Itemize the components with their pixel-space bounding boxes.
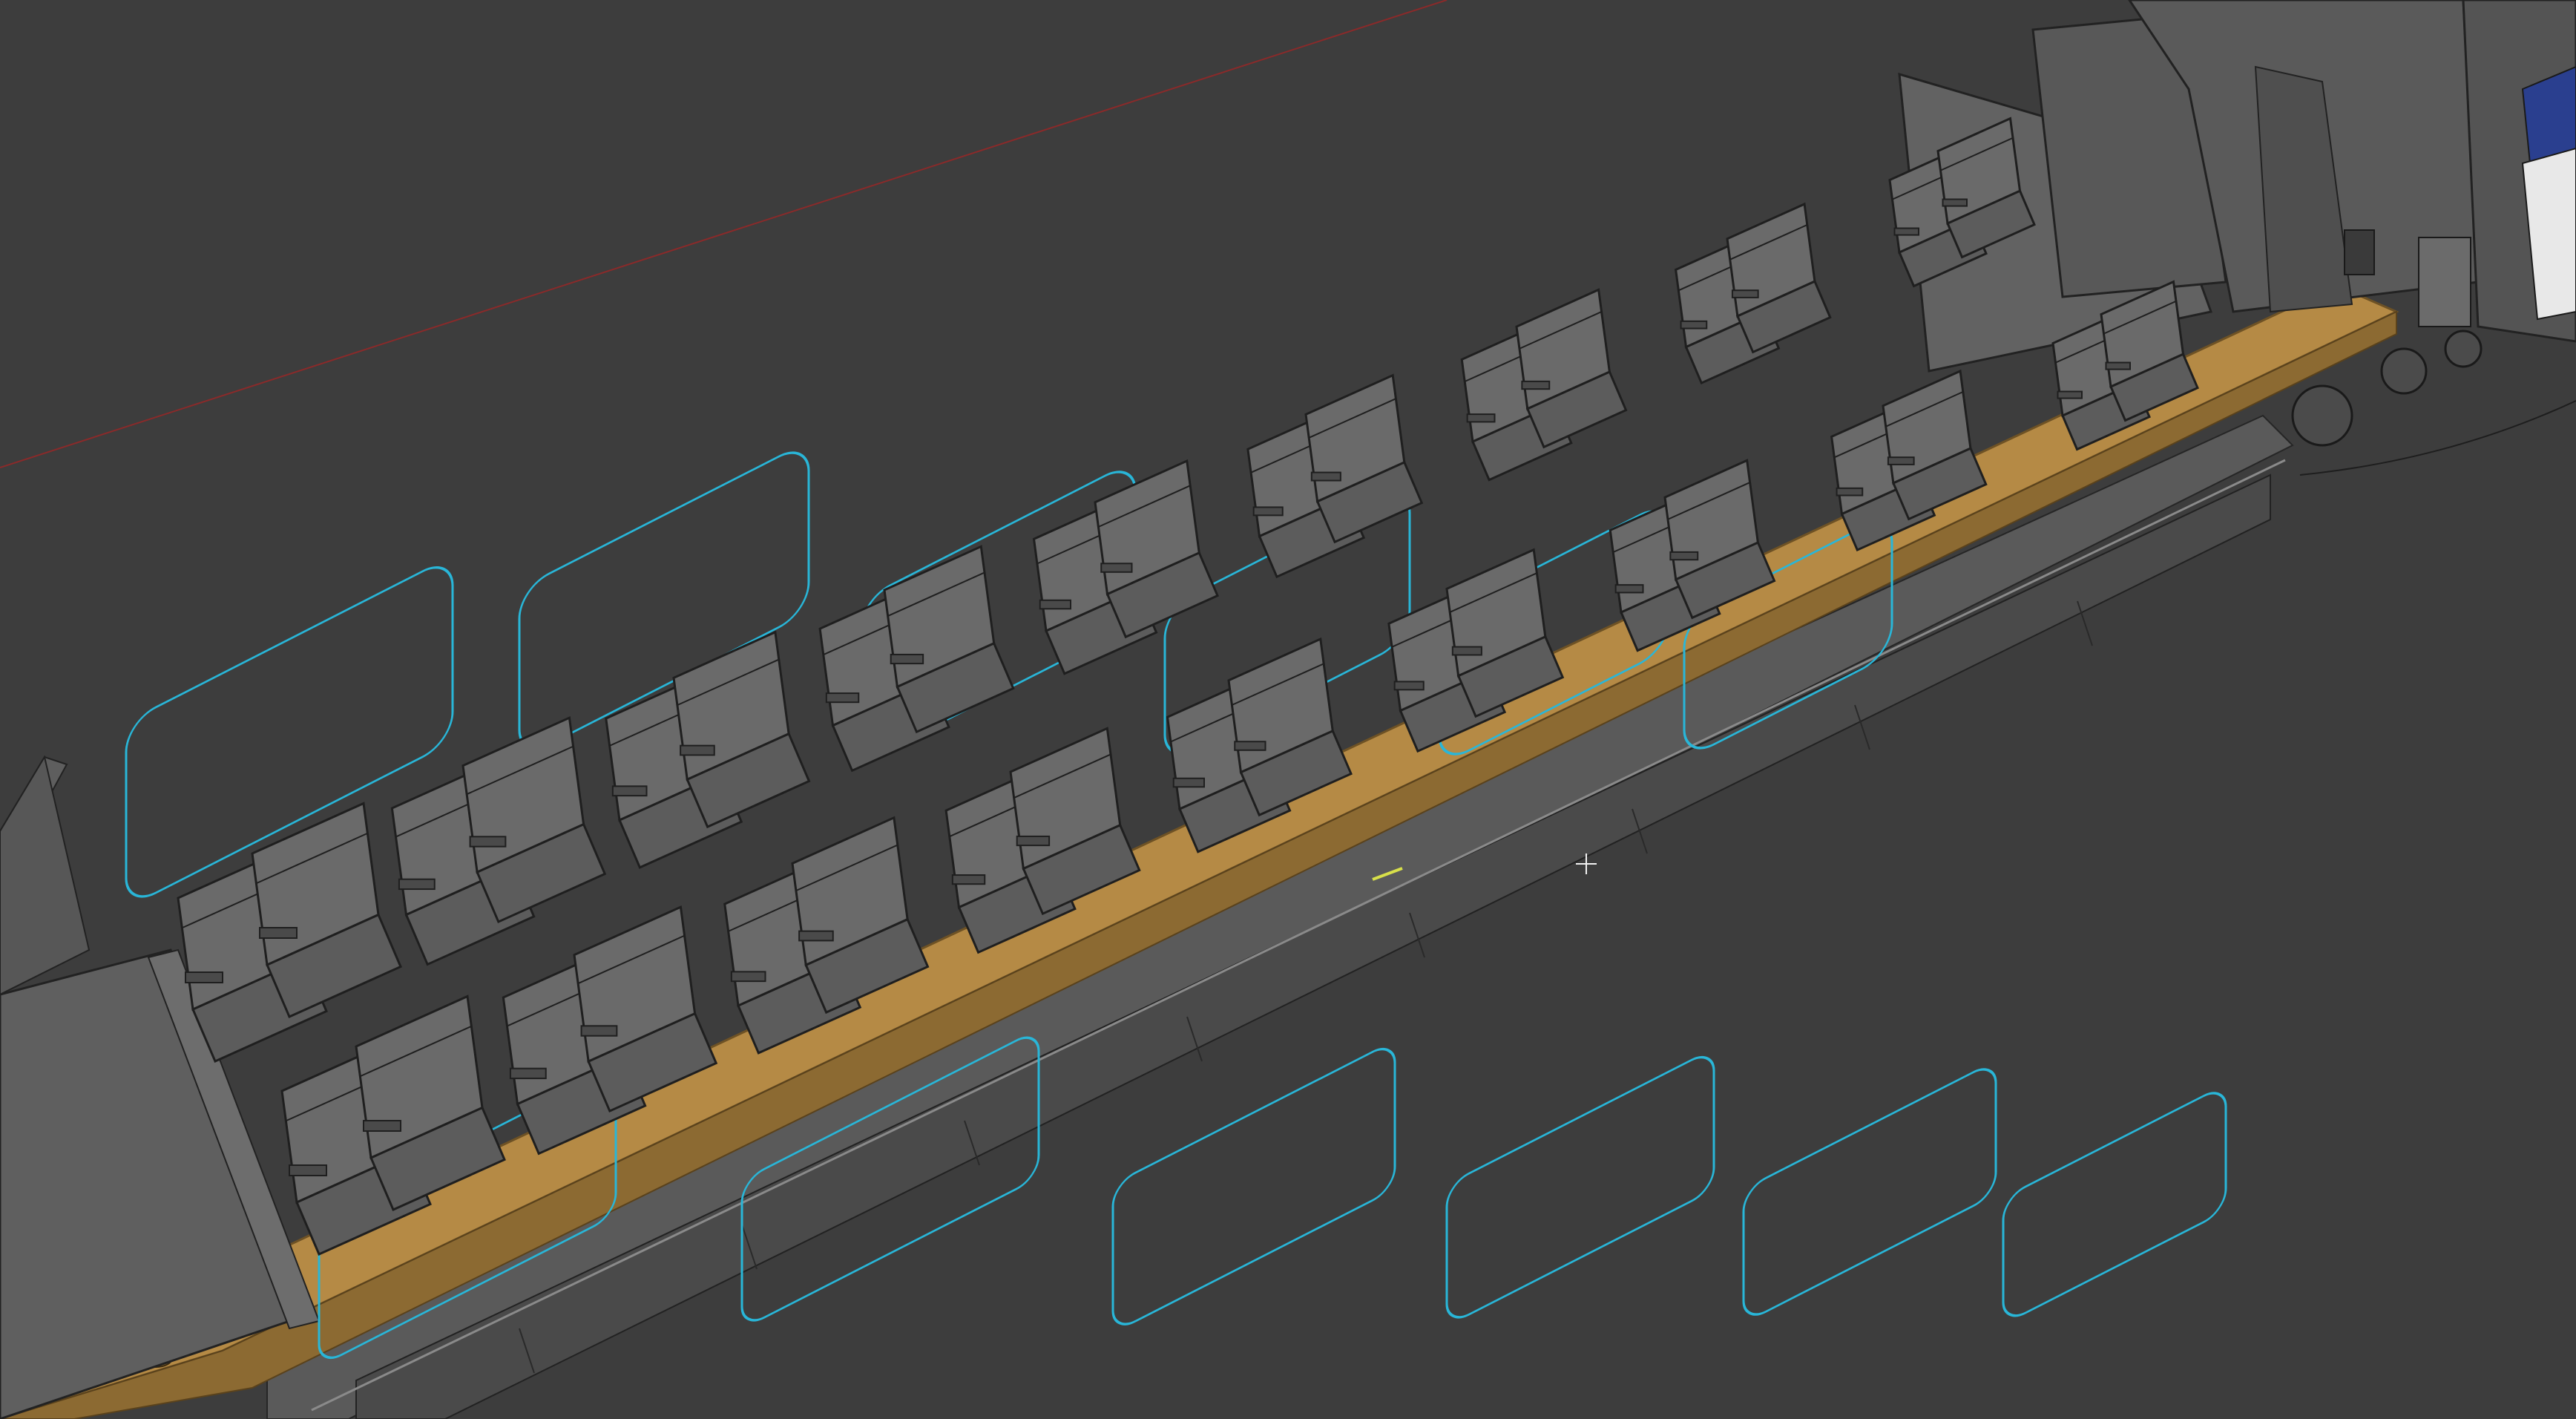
window-frame[interactable] xyxy=(1742,1061,1997,1323)
passenger-seat[interactable] xyxy=(461,715,607,924)
passenger-seat[interactable] xyxy=(883,545,1015,734)
scene-canvas[interactable] xyxy=(0,0,2576,1419)
window-frame[interactable] xyxy=(1445,1049,1715,1325)
grid-x-axis xyxy=(0,0,1448,468)
3d-viewport[interactable] xyxy=(0,0,2576,1419)
passenger-seat[interactable] xyxy=(1726,202,1832,354)
window-frame[interactable] xyxy=(1111,1041,1396,1333)
passenger-seat[interactable] xyxy=(251,802,402,1018)
crosshair-icon xyxy=(1576,853,1597,874)
passenger-seat[interactable] xyxy=(1094,459,1219,639)
window-frame[interactable] xyxy=(2002,1084,2227,1324)
passenger-seat[interactable] xyxy=(1515,288,1628,449)
passenger-seat[interactable] xyxy=(1304,373,1424,544)
passenger-seat[interactable] xyxy=(672,630,811,829)
